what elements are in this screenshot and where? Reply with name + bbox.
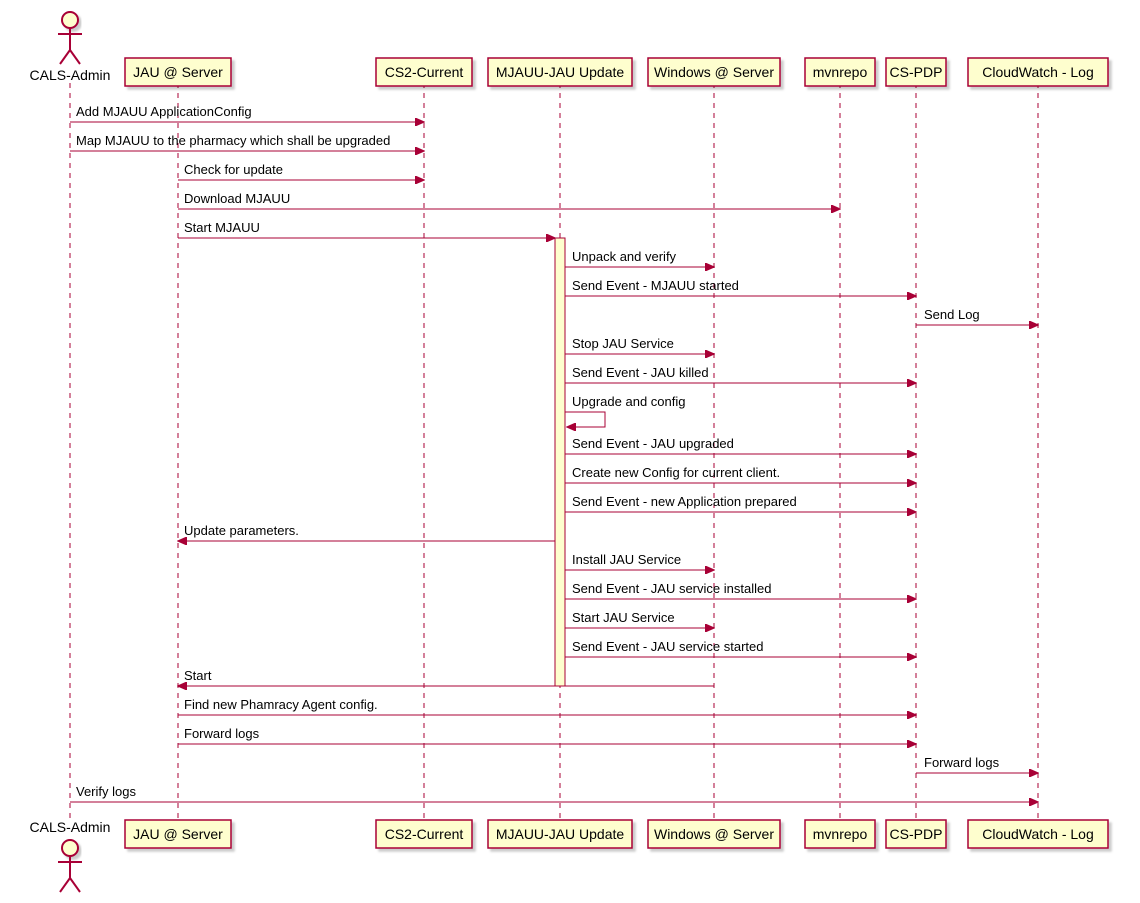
participant-mjauu-update-bottom: MJAUU-JAU Update [488, 820, 632, 848]
actor-label: CALS-Admin [30, 819, 111, 835]
msg-stop-jau-service: Stop JAU Service [572, 336, 674, 351]
participant-cs-pdp-bottom: CS-PDP [886, 820, 946, 848]
msg-install-jau-service: Install JAU Service [572, 552, 681, 567]
msg-event-jau-killed: Send Event - JAU killed [572, 365, 709, 380]
participant-cs-pdp-top: CS-PDP [886, 58, 946, 86]
msg-event-jau-started: Send Event - JAU service started [572, 639, 763, 654]
participant-cloudwatch-top: CloudWatch - Log [968, 58, 1108, 86]
participant-label: MJAUU-JAU Update [496, 64, 625, 80]
actor-cals-admin-bottom: CALS-Admin [30, 819, 111, 892]
participant-mvnrepo-top: mvnrepo [805, 58, 875, 86]
participant-cloudwatch-bottom: CloudWatch - Log [968, 820, 1108, 848]
participant-label: CS-PDP [890, 826, 943, 842]
participant-label: MJAUU-JAU Update [496, 826, 625, 842]
participant-jau-server-top: JAU @ Server [125, 58, 231, 86]
participant-label: mvnrepo [813, 826, 868, 842]
participant-cs2-current-top: CS2-Current [376, 58, 472, 86]
participant-mjauu-update-top: MJAUU-JAU Update [488, 58, 632, 86]
msg-download-mjauu: Download MJAUU [184, 191, 290, 206]
msg-unpack-verify: Unpack and verify [572, 249, 677, 264]
msg-update-parameters: Update parameters. [184, 523, 299, 538]
participant-windows-server-bottom: Windows @ Server [648, 820, 780, 848]
participant-label: CS2-Current [385, 64, 464, 80]
participant-cs2-current-bottom: CS2-Current [376, 820, 472, 848]
msg-create-new-config: Create new Config for current client. [572, 465, 780, 480]
sequence-diagram: CALS-Admin JAU @ Server CS2-Current MJAU… [0, 0, 1140, 903]
participant-jau-server-bottom: JAU @ Server [125, 820, 231, 848]
msg-forward-logs-2: Forward logs [924, 755, 1000, 770]
participant-label: CloudWatch - Log [982, 64, 1094, 80]
msg-send-log: Send Log [924, 307, 980, 322]
msg-forward-logs-1: Forward logs [184, 726, 260, 741]
msg-upgrade-config: Upgrade and config [572, 394, 685, 409]
activation-bar [555, 238, 565, 686]
msg-start-mjauu: Start MJAUU [184, 220, 260, 235]
participant-windows-server-top: Windows @ Server [648, 58, 780, 86]
participant-label: mvnrepo [813, 64, 868, 80]
participant-label: JAU @ Server [133, 826, 223, 842]
msg-map-mjauu-pharmacy: Map MJAUU to the pharmacy which shall be… [76, 133, 390, 148]
actor-cals-admin-top: CALS-Admin [30, 12, 111, 83]
participant-label: Windows @ Server [654, 64, 774, 80]
participant-label: CS2-Current [385, 826, 464, 842]
msg-find-pharmacy-agent: Find new Phamracy Agent config. [184, 697, 378, 712]
msg-verify-logs: Verify logs [76, 784, 136, 799]
participant-label: JAU @ Server [133, 64, 223, 80]
participant-label: CS-PDP [890, 64, 943, 80]
msg-check-update: Check for update [184, 162, 283, 177]
msg-start-jau-service: Start JAU Service [572, 610, 675, 625]
actor-label: CALS-Admin [30, 67, 111, 83]
msg-add-mjauu-appconfig: Add MJAUU ApplicationConfig [76, 104, 252, 119]
msg-event-mjauu-started: Send Event - MJAUU started [572, 278, 739, 293]
msg-start: Start [184, 668, 212, 683]
participant-label: Windows @ Server [654, 826, 774, 842]
participant-mvnrepo-bottom: mvnrepo [805, 820, 875, 848]
msg-event-app-prepared: Send Event - new Application prepared [572, 494, 797, 509]
msg-event-jau-upgraded: Send Event - JAU upgraded [572, 436, 734, 451]
participant-label: CloudWatch - Log [982, 826, 1094, 842]
msg-event-jau-installed: Send Event - JAU service installed [572, 581, 771, 596]
